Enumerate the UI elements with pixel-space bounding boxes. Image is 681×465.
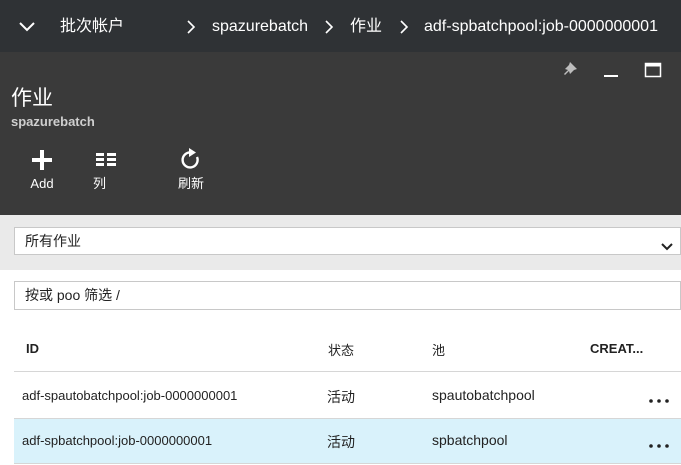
- dropdown-value: 所有作业: [25, 233, 81, 249]
- columns-icon: [95, 148, 117, 172]
- column-header-pool[interactable]: 池: [432, 340, 445, 359]
- chevron-right-icon: [324, 19, 334, 35]
- breadcrumb-bar: 批次帐户 spazurebatch 作业 adf-spbatchpool:job…: [0, 0, 681, 52]
- add-button[interactable]: Add: [16, 148, 68, 192]
- columns-button-label: 列: [93, 176, 107, 191]
- chevron-right-icon: [399, 19, 409, 35]
- chevron-right-icon: [186, 19, 196, 35]
- refresh-button-label: 刷新: [177, 176, 204, 191]
- add-button-label: Add: [30, 176, 54, 191]
- job-state: 活动: [327, 389, 355, 405]
- refresh-button[interactable]: 刷新: [165, 148, 217, 192]
- column-header-state[interactable]: 状态: [328, 340, 354, 359]
- columns-button[interactable]: 列: [80, 148, 132, 192]
- column-header-created[interactable]: CREAT...: [590, 341, 643, 356]
- breadcrumb-batch-accounts[interactable]: 批次帐户: [60, 17, 124, 37]
- breadcrumb-account[interactable]: spazurebatch: [212, 17, 308, 37]
- job-id: adf-spautobatchpool:job-0000000001: [22, 388, 238, 403]
- chevron-down-icon: [660, 235, 674, 251]
- breadcrumb-jobs[interactable]: 作业: [350, 17, 382, 37]
- page-title: 作业: [11, 87, 53, 110]
- more-options-icon[interactable]: [648, 437, 670, 448]
- page-subtitle: spazurebatch: [11, 114, 95, 129]
- job-pool: spautobatchpool: [432, 387, 535, 403]
- job-state-dropdown[interactable]: 所有作业: [14, 227, 681, 255]
- job-state: 活动: [327, 434, 355, 450]
- table-row[interactable]: adf-spautobatchpool:job-0000000001 活动 sp…: [14, 374, 681, 419]
- maximize-icon[interactable]: [643, 60, 663, 80]
- pin-icon[interactable]: [559, 60, 579, 80]
- filter-input[interactable]: 按或 poo 筛选 /: [14, 281, 681, 310]
- breadcrumb-job[interactable]: adf-spbatchpool:job-0000000001: [424, 17, 658, 37]
- table-row[interactable]: adf-spbatchpool:job-0000000001 活动 spbatc…: [14, 419, 681, 464]
- minimize-icon[interactable]: [601, 60, 621, 80]
- filter-input-value: 按或 poo 筛选 /: [25, 287, 120, 303]
- chevron-down-icon[interactable]: [16, 15, 38, 37]
- plus-icon: [31, 148, 53, 172]
- job-id: adf-spbatchpool:job-0000000001: [22, 433, 213, 448]
- more-options-icon[interactable]: [648, 392, 670, 403]
- table-header: ID 状态 池 CREAT...: [14, 330, 681, 372]
- job-pool: spbatchpool: [432, 432, 508, 448]
- window-controls: [559, 60, 663, 80]
- column-header-id[interactable]: ID: [26, 341, 39, 356]
- blade-header: 作业 spazurebatch Add 列 刷新: [0, 52, 681, 215]
- refresh-icon: [180, 148, 202, 172]
